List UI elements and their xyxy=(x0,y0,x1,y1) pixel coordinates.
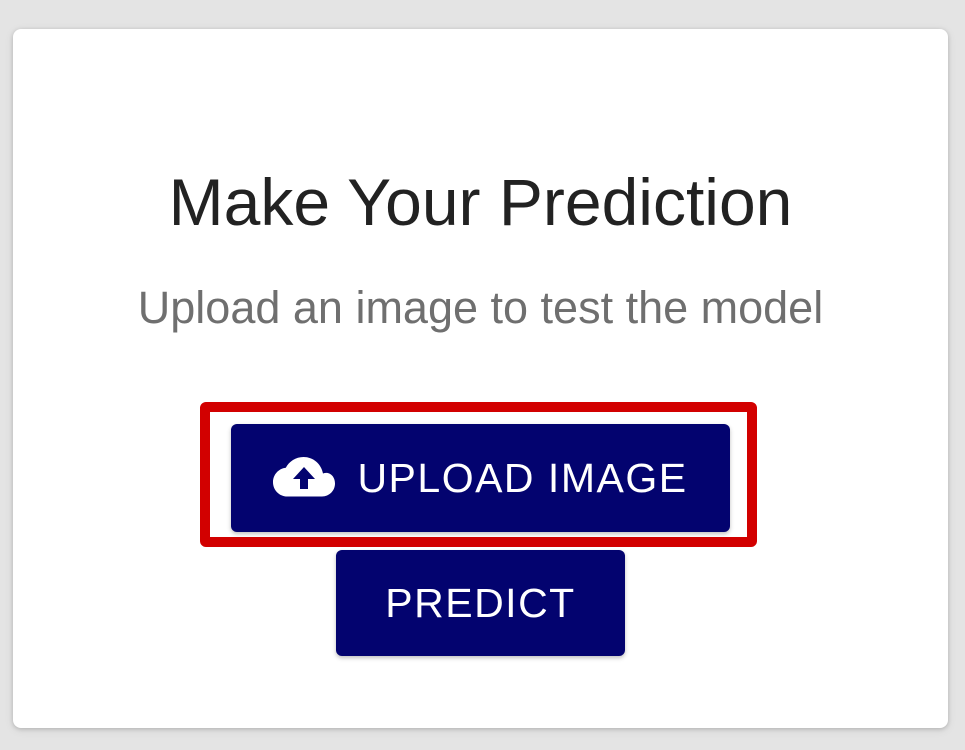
card-title: Make Your Prediction xyxy=(168,165,793,239)
upload-image-label: UPLOAD IMAGE xyxy=(357,454,688,501)
upload-image-button[interactable]: UPLOAD IMAGE xyxy=(231,424,730,532)
card-subtitle: Upload an image to test the model xyxy=(137,282,824,333)
predict-label: PREDICT xyxy=(385,579,576,626)
cloud-upload-icon xyxy=(273,456,336,500)
predict-button[interactable]: PREDICT xyxy=(336,550,625,656)
